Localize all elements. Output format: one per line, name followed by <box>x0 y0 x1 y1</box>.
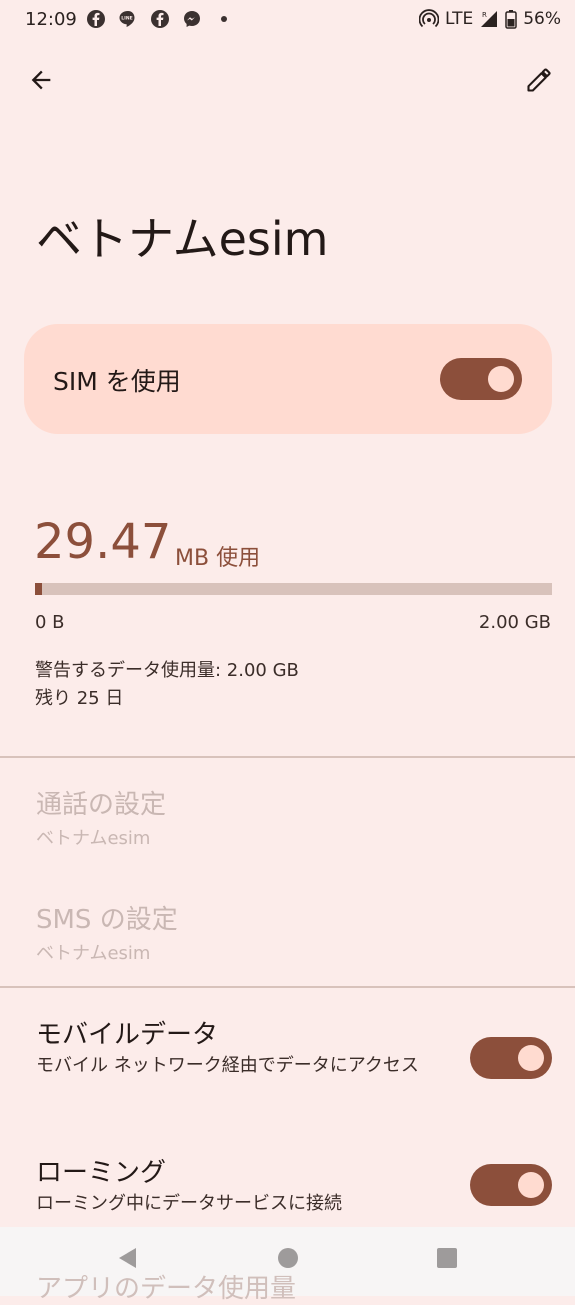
divider <box>0 756 575 758</box>
status-right: LTE R 56% <box>418 8 561 30</box>
mobile-data-subtitle: モバイル ネットワーク経由でデータにアクセス <box>36 1055 419 1076</box>
app-data-usage-title[interactable]: アプリのデータ使用量 <box>36 1268 296 1305</box>
toggle-knob <box>488 366 514 392</box>
roaming-toggle[interactable] <box>470 1164 552 1206</box>
sms-settings-item[interactable]: SMS の設定 ベトナムesim <box>0 886 575 976</box>
roaming-subtitle: ローミング中にデータサービスに接続 <box>36 1193 342 1214</box>
facebook-icon <box>150 9 170 29</box>
data-usage-bar <box>35 583 552 595</box>
dot-icon <box>214 9 234 29</box>
data-warning-text: 警告するデータ使用量: 2.00 GB <box>35 660 299 681</box>
sms-settings-title: SMS の設定 <box>36 905 178 935</box>
sim-toggle-switch[interactable] <box>440 358 522 400</box>
messenger-icon <box>182 9 202 29</box>
days-remaining-text: 残り 25 日 <box>35 688 124 709</box>
network-type: LTE <box>444 9 474 29</box>
status-time: 12:09 <box>25 9 77 30</box>
sim-toggle-label: SIM を使用 <box>53 367 181 396</box>
data-usage-value: 29.47 <box>34 514 172 570</box>
pencil-icon <box>525 66 553 94</box>
page-title: ベトナムesim <box>36 212 329 266</box>
toggle-knob <box>518 1045 544 1071</box>
mobile-data-title: モバイルデータ <box>36 1020 219 1050</box>
sms-settings-subtitle: ベトナムesim <box>36 943 151 964</box>
svg-text:LINE: LINE <box>121 16 132 22</box>
roaming-title: ローミング <box>36 1158 167 1188</box>
battery-icon <box>505 9 517 29</box>
data-usage-unit: MB 使用 <box>175 546 261 571</box>
edit-button[interactable] <box>515 56 563 104</box>
square-recents-icon <box>436 1247 458 1273</box>
call-settings-item[interactable]: 通話の設定 ベトナムesim <box>0 770 575 870</box>
notification-icons: LINE <box>86 9 234 29</box>
bar-min-label: 0 B <box>35 612 65 633</box>
divider <box>0 986 575 988</box>
call-settings-title: 通話の設定 <box>36 790 167 820</box>
bar-max-label: 2.00 GB <box>478 612 551 633</box>
svg-text:R: R <box>482 11 487 19</box>
hotspot-icon <box>418 9 439 29</box>
back-button[interactable] <box>17 56 65 104</box>
toggle-knob <box>518 1172 544 1198</box>
mobile-data-toggle[interactable] <box>470 1037 552 1079</box>
nav-recents-button[interactable] <box>423 1236 471 1284</box>
status-bar: 12:09 LINE LTE R 56% <box>0 0 575 40</box>
facebook-icon <box>86 9 106 29</box>
signal-icon: R <box>479 9 499 29</box>
battery-percent: 56% <box>523 9 561 29</box>
call-settings-subtitle: ベトナムesim <box>36 828 151 849</box>
line-icon: LINE <box>118 9 138 29</box>
back-arrow-icon <box>27 66 55 94</box>
data-usage-bar-fill <box>35 583 42 595</box>
